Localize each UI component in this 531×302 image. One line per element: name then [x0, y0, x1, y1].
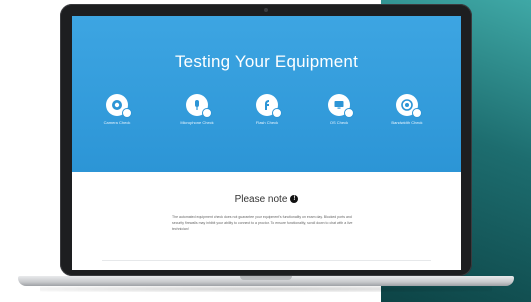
status-dot-icon — [412, 108, 422, 118]
flash-check-label: Flash Check — [255, 120, 279, 125]
microphone-check-label: Microphone Check — [180, 120, 214, 125]
flash-check-item[interactable]: Flash Check — [232, 94, 302, 125]
status-dot-icon — [202, 108, 212, 118]
divider — [102, 260, 431, 261]
status-dot-icon — [272, 108, 282, 118]
page-title: Testing Your Equipment — [174, 52, 359, 71]
os-check-item[interactable]: OS Check — [304, 94, 374, 125]
microphone-check-item[interactable]: Microphone Check — [162, 94, 232, 125]
flash-icon — [256, 94, 282, 118]
laptop-shadow — [40, 286, 492, 292]
info-icon: ! — [290, 195, 299, 204]
status-dot-icon — [344, 108, 354, 118]
hero-section: Testing Your Equipment Camera Check Micr… — [72, 16, 461, 172]
note-heading: Please note! — [72, 194, 461, 205]
laptop-notch — [240, 276, 292, 280]
laptop-screen: Testing Your Equipment Camera Check Micr… — [72, 16, 461, 270]
status-dot-icon — [122, 108, 132, 118]
bandwidth-check-label: Bandwidth Check — [391, 120, 423, 125]
note-title: Please note — [234, 194, 288, 205]
note-panel: Please note! The automated equipment che… — [72, 172, 461, 270]
webcam-icon — [264, 8, 268, 12]
microphone-icon — [186, 94, 212, 118]
camera-check-label: Camera Check — [103, 120, 131, 125]
os-check-label: OS Check — [329, 120, 349, 125]
camera-check-item[interactable]: Camera Check — [82, 94, 152, 125]
note-body: The automated equipment check does not g… — [172, 215, 353, 231]
bandwidth-check-item[interactable]: Bandwidth Check — [372, 94, 442, 125]
camera-icon — [106, 94, 132, 118]
monitor-icon — [328, 94, 354, 118]
bandwidth-icon — [396, 94, 422, 118]
